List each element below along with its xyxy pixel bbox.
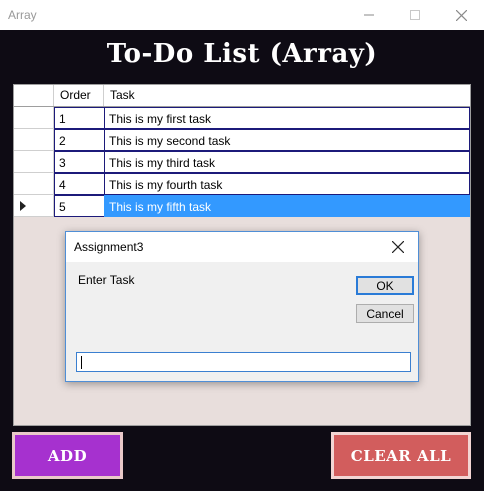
cancel-button[interactable]: Cancel: [356, 304, 414, 323]
table-row[interactable]: 3 This is my third task: [14, 151, 470, 173]
task-cell[interactable]: This is my third task: [104, 151, 470, 173]
table-row[interactable]: 4 This is my fourth task: [14, 173, 470, 195]
task-cell[interactable]: This is my fifth task: [104, 195, 470, 217]
task-cell[interactable]: This is my second task: [104, 129, 470, 151]
dialog-prompt: Enter Task: [78, 273, 135, 287]
row-header-corner: [14, 85, 54, 106]
row-header[interactable]: [14, 173, 54, 195]
clear-all-button[interactable]: CLEAR ALL: [331, 432, 471, 479]
order-cell[interactable]: 1: [54, 107, 105, 129]
dialog-titlebar: Assignment3: [66, 232, 418, 262]
row-header[interactable]: [14, 107, 54, 129]
dialog-title: Assignment3: [74, 240, 144, 254]
task-input[interactable]: [76, 352, 411, 372]
add-button[interactable]: ADD: [12, 432, 123, 479]
text-caret: [81, 356, 82, 369]
table-row[interactable]: 5 This is my fifth task: [14, 195, 470, 217]
window-titlebar: Array: [0, 0, 484, 30]
minimize-icon[interactable]: [346, 0, 392, 30]
dialog-close-icon[interactable]: [386, 237, 410, 257]
ok-button[interactable]: OK: [356, 276, 414, 295]
table-row[interactable]: 1 This is my first task: [14, 107, 470, 129]
window-title: Array: [8, 8, 37, 22]
row-pointer-icon: [20, 201, 26, 211]
row-header[interactable]: [14, 151, 54, 173]
row-header[interactable]: [14, 129, 54, 151]
maximize-icon[interactable]: [392, 0, 438, 30]
column-header-task[interactable]: Task: [104, 85, 470, 106]
order-cell[interactable]: 3: [54, 151, 105, 173]
task-cell[interactable]: This is my fourth task: [104, 173, 470, 195]
order-cell[interactable]: 4: [54, 173, 105, 195]
task-cell[interactable]: This is my first task: [104, 107, 470, 129]
order-cell[interactable]: 2: [54, 129, 105, 151]
page-title: To-Do List (Array): [106, 39, 378, 69]
input-dialog: Assignment3 Enter Task OK Cancel: [65, 231, 419, 382]
grid-header: Order Task: [14, 85, 470, 107]
table-row[interactable]: 2 This is my second task: [14, 129, 470, 151]
order-cell[interactable]: 5: [54, 195, 105, 217]
row-header[interactable]: [14, 195, 54, 217]
close-icon[interactable]: [438, 0, 484, 30]
column-header-order[interactable]: Order: [54, 85, 104, 106]
